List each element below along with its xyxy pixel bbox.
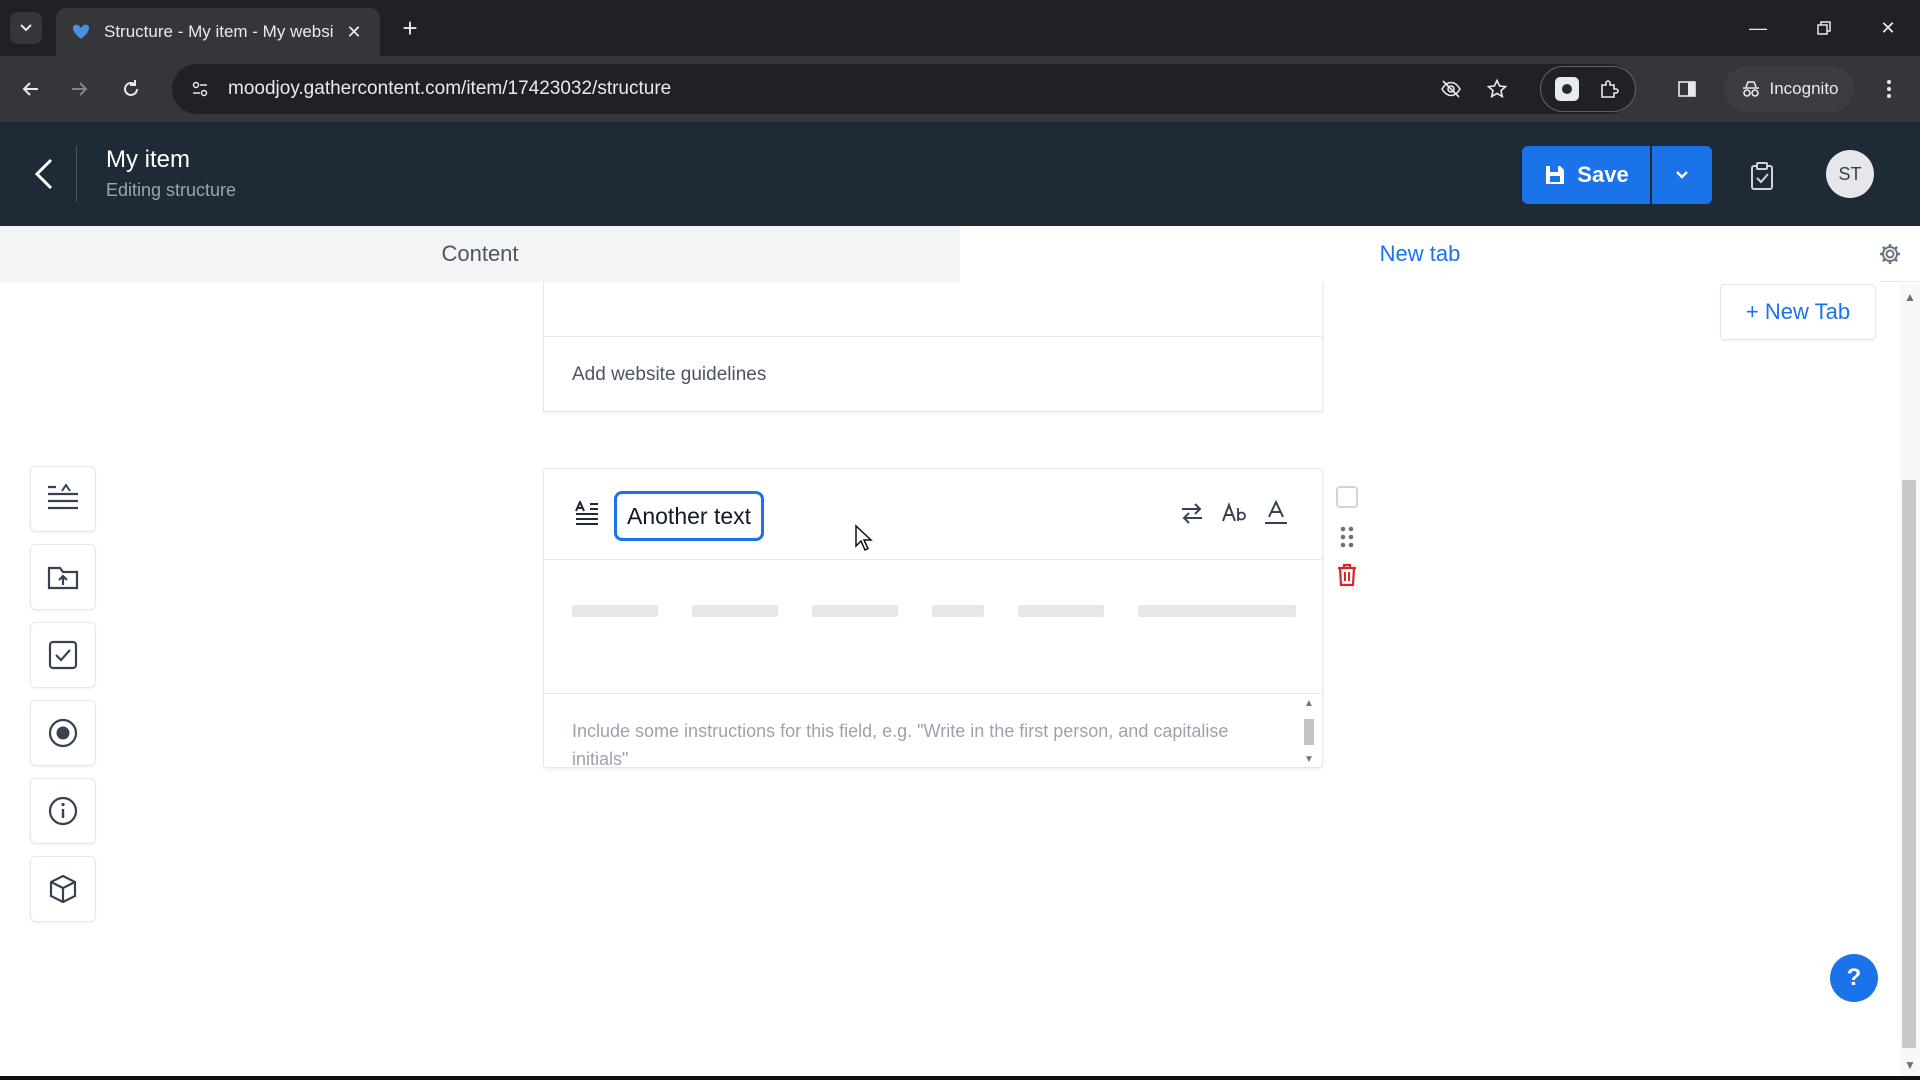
back-to-item-button[interactable] [24,152,64,196]
text-field-type-icon [574,499,602,529]
text-preview-placeholder [572,605,1296,617]
field-side-actions [1336,486,1362,588]
placeholder-bar [1138,605,1296,617]
field-name-input[interactable]: Another text [614,491,765,541]
page-scroll-thumb[interactable] [1902,480,1916,1048]
incognito-label: Incognito [1769,79,1839,98]
scroll-down-icon[interactable]: ▼ [1303,755,1315,765]
extension-app-icon[interactable] [1555,77,1579,101]
reload-icon[interactable] [114,72,148,106]
instructions-divider [544,693,1322,694]
page-title: My item [106,146,190,173]
url-text: moodjoy.gathercontent.com/item/17423032/… [228,78,672,99]
add-text-field-button[interactable] [30,466,96,532]
browser-tab-active[interactable]: Structure - My item - My websi ✕ [56,8,380,56]
chevron-down-icon [20,24,32,32]
add-checkbox-field-button[interactable] [30,622,96,688]
checkbox-icon [48,640,78,670]
add-radio-field-button[interactable] [30,700,96,766]
address-bar[interactable]: moodjoy.gathercontent.com/item/17423032/… [172,64,1635,114]
bottom-edge [0,1076,1920,1080]
info-icon [48,796,78,826]
close-window-icon[interactable]: ✕ [1872,14,1904,42]
mouse-cursor-icon [855,524,873,552]
field-instructions-input[interactable]: Include some instructions for this field… [572,717,1272,769]
text-format-icon[interactable] [1220,499,1248,527]
previous-field-card: Add website guidelines [543,282,1323,412]
swap-field-type-icon[interactable] [1178,499,1206,527]
field-tools [1178,499,1290,527]
puzzle-icon[interactable] [1597,77,1621,101]
placeholder-bar [812,605,898,617]
add-new-tab-button[interactable]: + New Tab [1720,284,1876,340]
scroll-thumb[interactable] [1304,719,1314,745]
gathercontent-favicon-icon [70,21,92,43]
text-field-card: Another text Include some instructions f… [543,468,1323,769]
incognito-icon [1742,81,1759,97]
card-divider [544,336,1322,337]
placeholder-bar [1018,605,1104,617]
trash-icon[interactable] [1336,562,1358,588]
save-options-button[interactable] [1652,146,1712,204]
app-header: My item Editing structure Save ST [0,122,1920,226]
user-avatar[interactable]: ST [1826,150,1874,198]
instructions-scrollbar[interactable]: ▲ ▼ [1300,697,1318,767]
clipboard-check-icon[interactable] [1744,158,1780,194]
save-label: Save [1577,162,1629,187]
site-settings-icon[interactable] [180,69,220,109]
page-subtitle: Editing structure [106,180,237,200]
help-button[interactable]: ? [1830,954,1878,1002]
header-divider [76,146,77,202]
eye-off-icon[interactable] [1431,69,1471,109]
upload-icon [47,566,79,590]
field-type-palette [30,466,98,934]
new-browser-tab-button[interactable]: + [396,13,424,43]
component-icon [49,874,77,904]
radio-icon [48,718,78,748]
structure-tabs: Content New tab [0,226,1920,282]
side-panel-icon[interactable] [1670,72,1704,106]
field-header-divider [544,559,1322,560]
drag-handle-icon[interactable] [1336,524,1358,550]
save-icon [1546,166,1565,184]
restore-icon[interactable] [1808,14,1840,42]
gear-icon[interactable] [1876,240,1904,268]
tab-new-tab[interactable]: New tab [960,226,1880,282]
scroll-down-icon[interactable]: ▼ [1904,1058,1916,1072]
placeholder-bar [932,605,984,617]
add-component-button[interactable] [30,856,96,922]
extensions-group [1540,66,1636,112]
placeholder-bar [572,605,658,617]
browser-menu-icon[interactable] [1872,72,1906,106]
star-icon[interactable] [1477,69,1517,109]
incognito-badge[interactable]: Incognito [1724,66,1854,112]
add-guidelines-field-button[interactable] [30,778,96,844]
chevron-left-icon [34,158,53,190]
chevron-down-icon [1676,171,1688,179]
close-tab-icon[interactable]: ✕ [342,20,366,44]
select-field-checkbox[interactable] [1336,486,1358,508]
forward-icon[interactable] [62,72,96,106]
scroll-up-icon[interactable]: ▲ [1904,290,1916,304]
browser-tab-bar: Structure - My item - My websi ✕ + — ✕ [0,0,1920,56]
tab-search-button[interactable] [10,12,42,44]
guidelines-text[interactable]: Add website guidelines [572,364,766,386]
scroll-up-icon[interactable]: ▲ [1303,699,1315,709]
add-attachment-field-button[interactable] [30,544,96,610]
browser-toolbar: moodjoy.gathercontent.com/item/17423032/… [0,56,1920,122]
character-limit-icon[interactable] [1262,499,1290,527]
save-button[interactable]: Save [1522,146,1650,204]
text-field-icon [48,484,78,510]
placeholder-bar [692,605,778,617]
tab-content[interactable]: Content [0,226,960,282]
page-scrollbar[interactable]: ▲ ▼ [1900,284,1920,1080]
minimize-icon[interactable]: — [1742,14,1774,42]
back-icon[interactable] [14,72,48,106]
browser-tab-title: Structure - My item - My websi [104,22,334,41]
